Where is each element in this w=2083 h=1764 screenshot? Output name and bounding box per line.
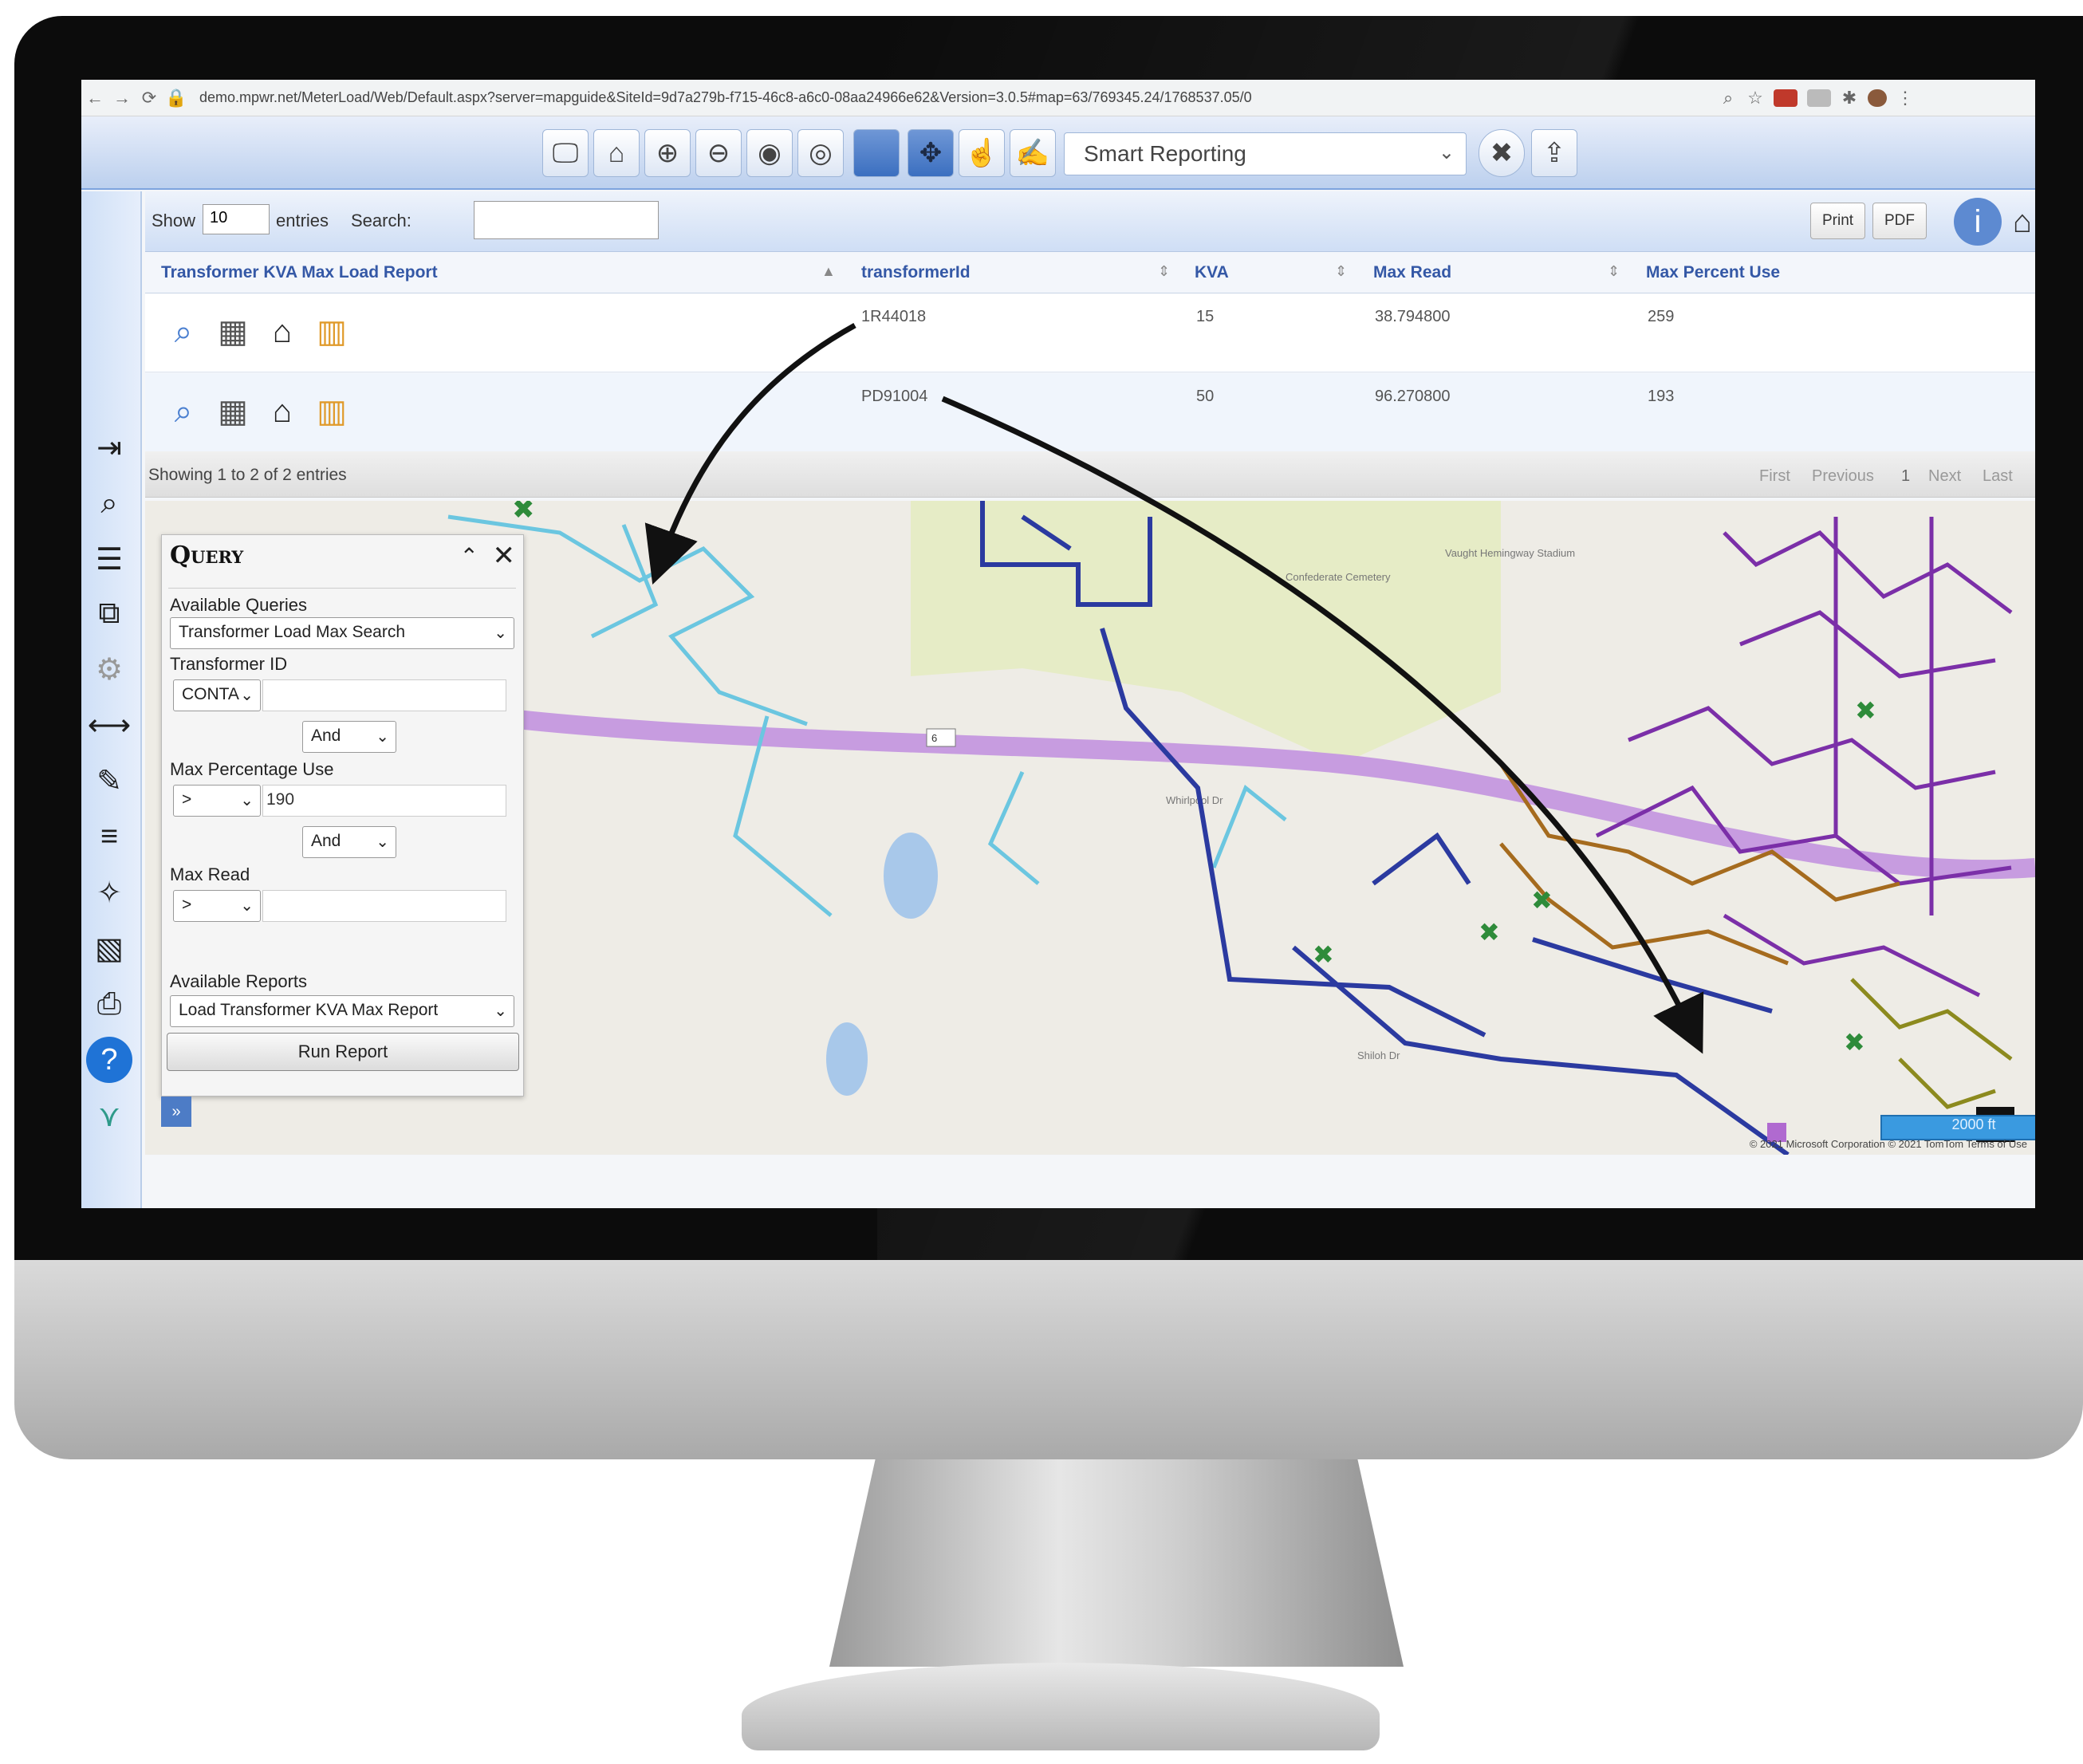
- annotation-arrows: [644, 322, 1704, 1054]
- arrow-to-second-transformer: [941, 396, 1704, 1054]
- arrow-to-first-transformer: [644, 322, 856, 585]
